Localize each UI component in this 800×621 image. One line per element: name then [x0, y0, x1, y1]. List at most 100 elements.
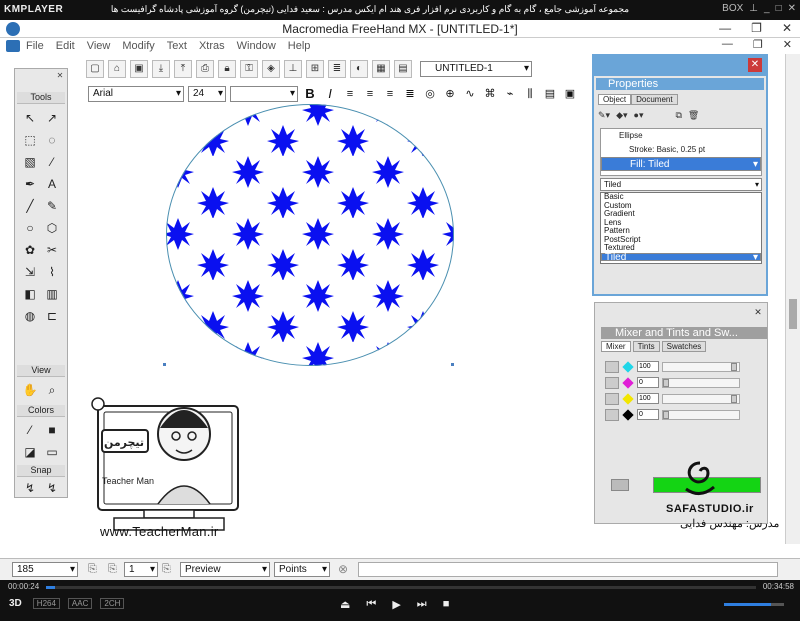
subselect-tool-icon[interactable]: ↗ [41, 107, 63, 129]
font-size-select[interactable]: 24 [188, 86, 226, 102]
window-close-button[interactable]: ✕ [782, 21, 792, 35]
group-icon[interactable]: ◈ [262, 60, 280, 78]
stroke-color-icon[interactable]: ⁄ [19, 419, 41, 441]
units-select[interactable]: Points [274, 562, 330, 577]
window-restore-button[interactable]: ❐ [751, 21, 762, 35]
doc-close-button[interactable]: ✕ [783, 38, 792, 51]
cyan-slider[interactable] [662, 361, 740, 372]
layers-icon[interactable]: ≣ [328, 60, 346, 78]
eject-icon[interactable]: ⏏ [340, 598, 350, 611]
menu-help[interactable]: Help [288, 40, 311, 52]
menu-modify[interactable]: Modify [122, 40, 154, 52]
transform-icon[interactable]: ⊞ [306, 60, 324, 78]
text-tool-icon[interactable]: A [41, 173, 63, 195]
align-left-icon[interactable]: ≡ [342, 86, 358, 102]
selection-handle[interactable] [451, 363, 454, 366]
hls-mode-icon[interactable] [605, 392, 619, 405]
volume-slider[interactable] [724, 603, 784, 606]
page-tool-icon[interactable]: ⬚ [19, 129, 41, 151]
duplicate-item-icon[interactable]: ⧉ [675, 110, 681, 124]
connector-tool-icon[interactable]: ⊏ [41, 305, 63, 327]
zoom-select[interactable]: 185 [12, 562, 78, 577]
list-item-stroke[interactable]: Stroke: Basic, 0.25 pt [601, 143, 761, 157]
tiled-ellipse[interactable] [166, 104, 454, 367]
menu-view[interactable]: View [87, 40, 111, 52]
mixer-title[interactable]: Mixer and Tints and Sw... [601, 327, 767, 339]
black-value-input[interactable]: 0 [637, 409, 659, 420]
font-select[interactable]: Arial [88, 86, 184, 102]
play-icon[interactable]: ▶ [392, 598, 400, 611]
text-columns-icon[interactable]: ⫼ [522, 86, 538, 102]
text-effect-icon[interactable]: ⊕ [442, 86, 458, 102]
menu-edit[interactable]: Edit [56, 40, 75, 52]
zoom-tool-icon[interactable]: ⌕ [41, 379, 63, 401]
add-stroke-icon[interactable]: ✎▾ [598, 110, 610, 124]
next-page-icon[interactable]: ⎘ [108, 563, 117, 576]
list-item-fill[interactable]: Fill: Tiled [601, 157, 761, 172]
pencil-tool-icon[interactable]: ✎ [41, 195, 63, 217]
fill-option-gradient[interactable]: Gradient [601, 209, 761, 219]
mixer-close-icon[interactable]: ✕ [753, 307, 763, 317]
menu-window[interactable]: Window [237, 40, 276, 52]
properties-title[interactable]: Properties [596, 78, 764, 90]
swatches-icon[interactable]: ▦ [372, 60, 390, 78]
box-label[interactable]: BOX [722, 3, 743, 14]
tab-mixer[interactable]: Mixer [601, 341, 631, 352]
add-effect-icon[interactable]: ●▾ [634, 110, 644, 124]
unlock-icon[interactable]: ⚿ [240, 60, 258, 78]
align-icon[interactable]: ⊥ [284, 60, 302, 78]
ellipse-tool-icon[interactable]: ○ [19, 217, 41, 239]
magenta-slider[interactable] [662, 377, 740, 388]
tab-tints[interactable]: Tints [632, 341, 660, 352]
prev-page-icon[interactable]: ⎘ [88, 563, 97, 576]
page-select[interactable]: 1 [124, 562, 158, 577]
scrollbar-thumb[interactable] [789, 299, 797, 329]
magenta-value-input[interactable]: 0 [637, 377, 659, 388]
minimize-icon[interactable]: _ [764, 3, 770, 14]
brush-tool-icon[interactable]: ⌇ [41, 261, 63, 283]
styles-icon[interactable]: ◐ [350, 60, 368, 78]
window-minimize-button[interactable]: — [719, 21, 731, 35]
maximize-icon[interactable]: □ [776, 3, 782, 14]
snap-point-icon[interactable]: ↯ [19, 477, 41, 499]
rgb-mode-icon[interactable] [605, 376, 619, 389]
list-item-ellipse[interactable]: Ellipse [601, 129, 761, 143]
cancel-icon[interactable]: ⊗ [338, 562, 348, 576]
cyan-value-input[interactable]: 100 [637, 361, 659, 372]
text-wrap-icon[interactable]: ◎ [422, 86, 438, 102]
stroke-swatch-icon[interactable]: ■ [41, 419, 63, 441]
perspective-tool-icon[interactable]: ◧ [19, 283, 41, 305]
library-icon[interactable]: ▤ [394, 60, 412, 78]
export-icon[interactable]: ⤒ [174, 60, 192, 78]
blend-tool-icon[interactable]: ◍ [19, 305, 41, 327]
menu-xtras[interactable]: Xtras [199, 40, 225, 52]
hand-tool-icon[interactable]: ✋ [19, 379, 41, 401]
document-menu-icon[interactable] [6, 40, 20, 52]
pen-tool-icon[interactable]: ✒ [19, 173, 41, 195]
fill-color-icon[interactable]: ◪ [19, 441, 41, 463]
flow-inside-path-icon[interactable]: ⌘ [482, 86, 498, 102]
attach-to-path-icon[interactable]: ∿ [462, 86, 478, 102]
menu-file[interactable]: File [26, 40, 44, 52]
lasso-tool-icon[interactable]: ◌ [41, 129, 63, 151]
black-slider[interactable] [662, 409, 740, 420]
knife-tool-icon[interactable]: ✂ [41, 239, 63, 261]
lock-icon[interactable]: 🔒︎ [218, 60, 236, 78]
doc-restore-button[interactable]: ❐ [753, 38, 763, 51]
align-center-icon[interactable]: ≡ [362, 86, 378, 102]
fill-type-select[interactable]: Tiled [600, 178, 762, 191]
page-nav-icon[interactable]: ⎘ [162, 563, 171, 576]
scale-tool-icon[interactable]: ⇲ [19, 261, 41, 283]
tools-close-icon[interactable]: ✕ [55, 71, 65, 81]
cmyk-mode-icon[interactable] [605, 360, 619, 373]
convert-to-paths-icon[interactable]: ⌁ [502, 86, 518, 102]
previous-icon[interactable]: ⏮ [366, 598, 376, 611]
yellow-slider[interactable] [662, 393, 740, 404]
import-icon[interactable]: ⤓ [152, 60, 170, 78]
fill-swatch-icon[interactable]: ▭ [41, 441, 63, 463]
bold-button[interactable]: B [302, 86, 318, 102]
next-icon[interactable]: ⏭ [417, 598, 427, 611]
pointer-tool-icon[interactable]: ↖ [19, 107, 41, 129]
menu-text[interactable]: Text [167, 40, 187, 52]
italic-button[interactable]: I [322, 86, 338, 102]
